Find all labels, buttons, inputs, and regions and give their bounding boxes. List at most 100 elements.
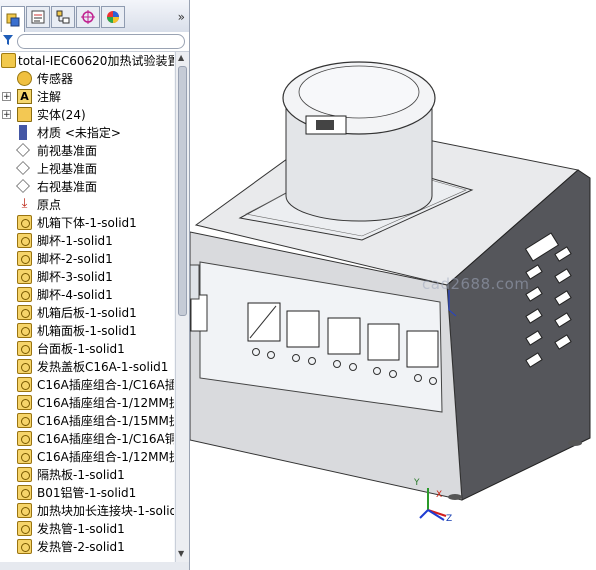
tree-item[interactable]: 前视基准面 (0, 142, 174, 160)
tree-item-label: 注解 (37, 90, 62, 104)
component-icon (17, 233, 32, 248)
tree-item-label: 脚杯-1-solid1 (37, 234, 113, 248)
tree-item[interactable]: + 实体(24) (0, 106, 174, 124)
tree-item[interactable]: C16A插座组合-1/15MM执 (0, 412, 174, 430)
tree-horizontal-scrollbar[interactable] (0, 562, 189, 570)
component-icon (17, 485, 32, 500)
component-icon (17, 431, 32, 446)
scroll-thumb[interactable] (178, 66, 187, 316)
tree-item[interactable]: 发热管-1-solid1 (0, 520, 174, 538)
tree-item-label: 实体(24) (37, 108, 86, 122)
plane-icon (16, 179, 30, 193)
filter-row (0, 32, 189, 52)
filter-input[interactable] (17, 34, 185, 49)
tree-item-label: 脚杯-2-solid1 (37, 252, 113, 266)
tree-item[interactable]: 机箱后板-1-solid1 (0, 304, 174, 322)
scroll-up-arrow-icon[interactable]: ▲ (178, 53, 184, 62)
sensor-icon (17, 71, 32, 86)
display-manager-tab[interactable] (101, 6, 125, 28)
property-manager-tab[interactable] (26, 6, 50, 28)
tree-item[interactable]: 发热盖板C16A-1-solid1 (0, 358, 174, 376)
tree-item[interactable]: 右视基准面 (0, 178, 174, 196)
graphics-viewport[interactable]: cad2688.com Y X Z (190, 0, 596, 570)
tree-item-label: C16A插座组合-1/15MM执 (37, 414, 174, 428)
tree-item[interactable]: C16A插座组合-1/C16A铜 (0, 430, 174, 448)
tree-item[interactable]: B01铝管-1-solid1 (0, 484, 174, 502)
tree-item-label: C16A插座组合-1/C16A插 (37, 378, 174, 392)
tree-item[interactable]: 发热管-2-solid1 (0, 538, 174, 556)
tree-item[interactable]: 材质 <未指定> (0, 124, 174, 142)
assembly-icon (1, 53, 16, 68)
tree-item[interactable]: + A 注解 (0, 88, 174, 106)
tree-item[interactable]: 机箱下体-1-solid1 (0, 214, 174, 232)
tree-root[interactable]: total-IEC60620加热试验装置 (0, 52, 174, 70)
tree-item-label: 上视基准面 (37, 162, 98, 176)
property-icon (31, 10, 45, 24)
tab-overflow-chevron-icon[interactable]: » (178, 10, 185, 24)
feature-manager-tab[interactable] (1, 6, 25, 32)
configuration-manager-tab[interactable] (51, 6, 75, 28)
tree-item[interactable]: 隔热板-1-solid1 (0, 466, 174, 484)
tree-item[interactable]: 机箱面板-1-solid1 (0, 322, 174, 340)
tree-item-label: 传感器 (37, 72, 74, 86)
component-icon (17, 305, 32, 320)
feature-tree: total-IEC60620加热试验装置 传感器 + A 注解 + 实体(24) 材质 <未… (0, 52, 174, 562)
expand-toggle-icon[interactable]: + (2, 92, 11, 102)
left-hinge-bar (190, 264, 200, 300)
view-triad: Y X Z (412, 478, 462, 528)
tree-item[interactable]: 台面板-1-solid1 (0, 340, 174, 358)
scroll-down-arrow-icon[interactable]: ▼ (178, 549, 184, 558)
tree-item-label: 发热管-2-solid1 (37, 540, 125, 554)
tree-item[interactable]: ⤓ 原点 (0, 196, 174, 214)
component-icon (17, 413, 32, 428)
funnel-icon[interactable] (3, 34, 13, 49)
component-icon (17, 467, 32, 482)
triad-z-label: Z (446, 514, 453, 524)
crosshair-icon (81, 10, 95, 24)
tree-item-label: 发热盖板C16A-1-solid1 (37, 360, 169, 374)
manager-tab-bar: » (0, 0, 189, 33)
tree-vertical-scrollbar[interactable]: ▲ ▼ (175, 52, 189, 562)
tree-item-label: 原点 (37, 198, 62, 212)
tree-item[interactable]: 上视基准面 (0, 160, 174, 178)
tree-item[interactable]: 加热块加长连接块-1-solid (0, 502, 174, 520)
tree-item[interactable]: 脚杯-1-solid1 (0, 232, 174, 250)
solid-bodies-icon (17, 107, 32, 122)
tree-item[interactable]: C16A插座组合-1/C16A插 (0, 376, 174, 394)
tree-item-label: 隔热板-1-solid1 (37, 468, 125, 482)
foot-cup (568, 440, 582, 446)
component-icon (17, 377, 32, 392)
material-icon (15, 125, 27, 140)
left-display-window (190, 294, 208, 332)
component-icon (17, 341, 32, 356)
tree-item-label: 发热管-1-solid1 (37, 522, 125, 536)
feature-manager-panel: » total-IEC60620加热试验装置 传感器 + A 注解 + 实体(24) 材质 … (0, 0, 190, 570)
tree-item[interactable]: 传感器 (0, 70, 174, 88)
tree-item[interactable]: C16A插座组合-1/12MM执 (0, 394, 174, 412)
appearance-icon (107, 11, 119, 23)
tree-item[interactable]: 脚杯-2-solid1 (0, 250, 174, 268)
tree-item-label: C16A插座组合-1/12MM执 (37, 396, 174, 410)
tree-item[interactable]: 脚杯-4-solid1 (0, 286, 174, 304)
component-icon (17, 287, 32, 302)
tree-item-label: 台面板-1-solid1 (37, 342, 125, 356)
component-icon (17, 251, 32, 266)
tree-item-label: 材质 <未指定> (37, 126, 121, 140)
triad-y-label: Y (414, 478, 420, 488)
tree-item-label: 脚杯-3-solid1 (37, 270, 113, 284)
dimxpert-tab[interactable] (76, 6, 100, 28)
expand-toggle-icon[interactable]: + (2, 110, 11, 120)
tree-root-label: total-IEC60620加热试验装置 (18, 54, 174, 68)
triad-x-label: X (436, 490, 443, 500)
tree-item-label: 机箱后板-1-solid1 (37, 306, 137, 320)
component-icon (17, 359, 32, 374)
annotation-icon: A (17, 89, 32, 104)
tree-item-label: 前视基准面 (37, 144, 98, 158)
tree-item[interactable]: 脚杯-3-solid1 (0, 268, 174, 286)
plane-icon (16, 161, 30, 175)
tree-item-label: 脚杯-4-solid1 (37, 288, 113, 302)
configuration-icon (56, 10, 70, 24)
tree-item[interactable]: C16A插座组合-1/12MM执 (0, 448, 174, 466)
tree-item-label: C16A插座组合-1/C16A铜 (37, 432, 174, 446)
component-icon (17, 215, 32, 230)
